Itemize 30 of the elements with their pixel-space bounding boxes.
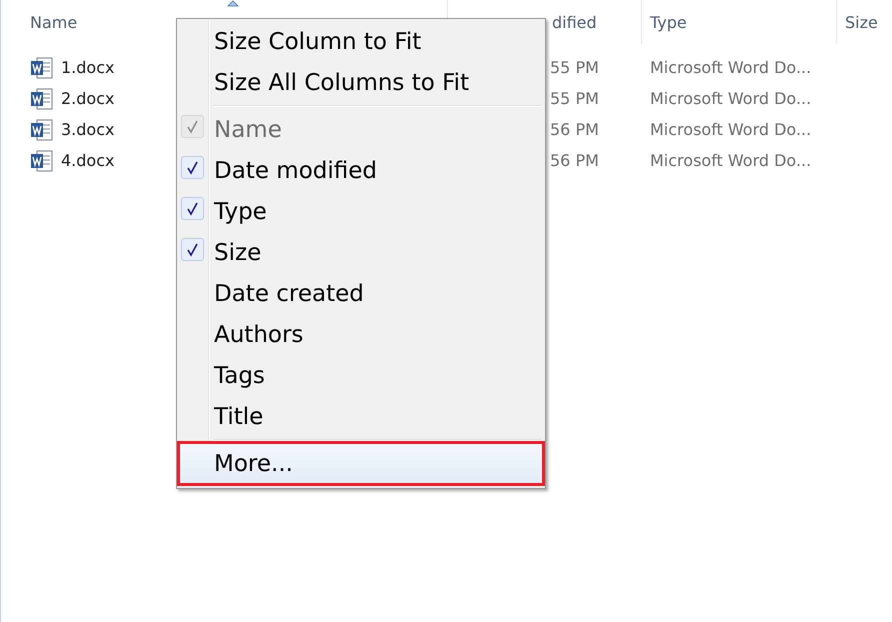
- date-cell-text: 55 PM: [549, 89, 600, 108]
- menu-item[interactable]: Authors: [179, 314, 543, 355]
- document-icon: [30, 88, 54, 110]
- date-cell-text: 55 PM: [549, 58, 600, 77]
- menu-item[interactable]: Title: [179, 396, 543, 437]
- column-header[interactable]: dified: [552, 12, 597, 32]
- menu-item[interactable]: Size: [179, 232, 543, 273]
- file-name[interactable]: 1.docx: [61, 58, 114, 77]
- file-name[interactable]: 4.docx: [61, 151, 114, 170]
- menu-item[interactable]: Tags: [179, 355, 543, 396]
- document-icon: [30, 150, 54, 172]
- type-cell-text: Microsoft Word Do...: [649, 151, 812, 170]
- menu-item[interactable]: Size Column to Fit: [179, 21, 543, 62]
- type-cell-text: Microsoft Word Do...: [649, 120, 812, 139]
- type-cell-text: Microsoft Word Do...: [649, 89, 812, 108]
- menu-item[interactable]: Date created: [179, 273, 543, 314]
- menu-item[interactable]: Size All Columns to Fit: [179, 62, 543, 103]
- document-icon: [30, 56, 54, 78]
- menu-item[interactable]: Type: [179, 191, 543, 232]
- column-header[interactable]: Size: [845, 12, 878, 32]
- menu-item[interactable]: Date modified: [179, 150, 543, 191]
- type-cell-text: Microsoft Word Do...: [649, 58, 812, 77]
- file-name[interactable]: 3.docx: [61, 120, 114, 139]
- date-cell-text: 56 PM: [549, 151, 600, 170]
- menu-item[interactable]: More...: [179, 443, 543, 484]
- document-icon: [30, 118, 54, 140]
- date-cell-text: 56 PM: [549, 120, 600, 139]
- column-header[interactable]: Name: [30, 12, 78, 32]
- column-header[interactable]: Type: [650, 12, 687, 32]
- file-name[interactable]: 2.docx: [61, 89, 114, 108]
